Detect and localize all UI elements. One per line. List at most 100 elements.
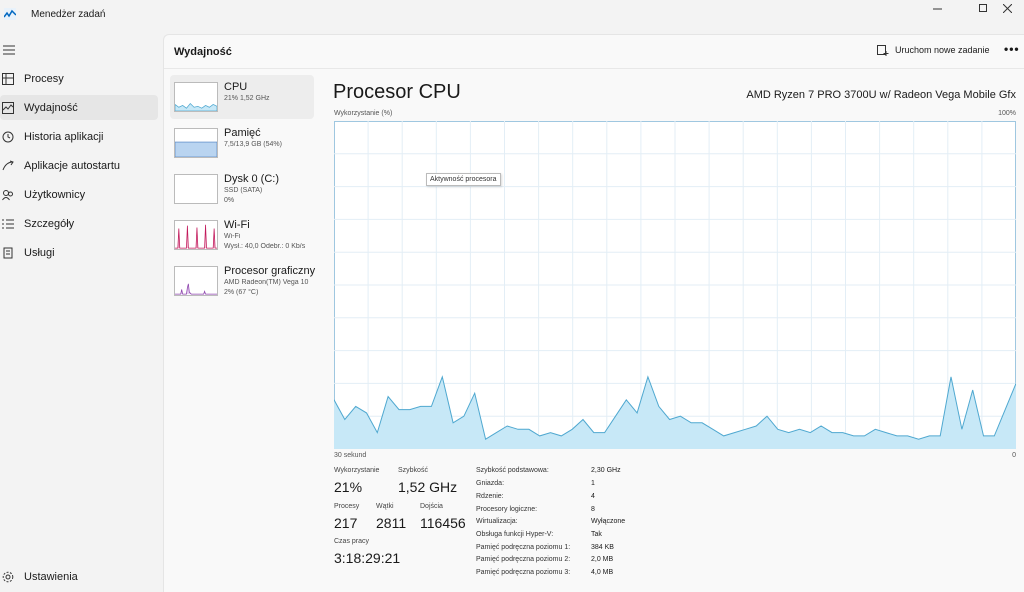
minimize-button[interactable] bbox=[920, 0, 954, 16]
spec-value: Tak bbox=[591, 531, 602, 538]
users-icon bbox=[1, 188, 15, 202]
resource-detail-2: Wysł.: 40,0 Odebr.: 0 Kb/s bbox=[224, 243, 306, 250]
performance-icon bbox=[1, 101, 15, 115]
sidebar-item-settings[interactable]: Ustawienia bbox=[0, 566, 162, 588]
gear-icon bbox=[1, 570, 15, 584]
spec-value: 2,30 GHz bbox=[591, 467, 621, 474]
spec-value: 8 bbox=[591, 506, 595, 513]
resource-detail-2: 0% bbox=[224, 197, 235, 204]
resource-detail-2: 2% (67 °C) bbox=[224, 289, 259, 296]
sidebar-item-processes[interactable]: Procesy bbox=[0, 66, 158, 91]
resource-detail: 21% 1,52 GHz bbox=[224, 95, 270, 102]
sidebar-item-label: Usługi bbox=[24, 246, 55, 259]
spec-label: Pamięć podręczna poziomu 3: bbox=[476, 569, 571, 576]
sidebar-item-label: Wydajność bbox=[24, 101, 78, 114]
task-manager-app-icon bbox=[4, 8, 16, 20]
resource-gpu[interactable]: Procesor graficzny AMD Radeon(TM) Vega 1… bbox=[170, 259, 316, 303]
details-icon bbox=[1, 217, 15, 231]
hamburger-icon[interactable] bbox=[3, 44, 15, 56]
spec-label: Gniazda: bbox=[476, 480, 505, 487]
spec-label: Pamięć podręczna poziomu 2: bbox=[476, 556, 571, 563]
x-axis-left-label: 30 sekund bbox=[334, 452, 367, 459]
resource-cpu[interactable]: CPU 21% 1,52 GHz bbox=[170, 75, 314, 119]
resource-name: Pamięć bbox=[224, 127, 261, 139]
spec-label: Procesory logiczne: bbox=[476, 506, 538, 513]
cpu-activity-tooltip: Aktywność procesora bbox=[426, 173, 501, 186]
sidebar-item-app-history[interactable]: Historia aplikacji bbox=[0, 124, 158, 149]
services-icon bbox=[1, 246, 15, 260]
handles-label: Dojścia bbox=[420, 503, 443, 510]
sidebar-nav: Procesy Wydajność Historia aplikacji Apl… bbox=[0, 64, 162, 269]
uptime-label: Czas pracy bbox=[334, 538, 370, 545]
sidebar-item-details[interactable]: Szczegóły bbox=[0, 211, 158, 236]
resource-detail: Wi-Fi bbox=[224, 233, 241, 240]
resource-disk[interactable]: Dysk 0 (C:) SSD (SATA) 0% bbox=[170, 167, 314, 211]
new-task-icon bbox=[877, 45, 889, 56]
cpu-model: AMD Ryzen 7 PRO 3700U w/ Radeon Vega Mob… bbox=[746, 89, 1016, 101]
close-icon bbox=[1002, 3, 1012, 13]
spec-value: 384 KB bbox=[591, 544, 614, 551]
spec-label: Obsługa funkcji Hyper-V: bbox=[476, 531, 554, 538]
page-title: Wydajność bbox=[174, 46, 232, 58]
sidebar-item-users[interactable]: Użytkownicy bbox=[0, 182, 158, 207]
spec-value: 2,0 MB bbox=[591, 556, 614, 563]
speed-value: 1,52 GHz bbox=[398, 479, 458, 495]
resource-detail: SSD (SATA) bbox=[224, 187, 263, 194]
uptime-value: 3:18:29:21 bbox=[334, 550, 401, 566]
sidebar-item-label: Historia aplikacji bbox=[24, 130, 104, 143]
resource-name: Wi-Fi bbox=[224, 219, 250, 231]
app-title: Menedżer zadań bbox=[31, 9, 106, 20]
threads-label: Wątki bbox=[376, 503, 394, 510]
startup-icon bbox=[1, 159, 15, 173]
threads-value: 2811 bbox=[376, 515, 407, 531]
title-bar: Menedżer zadań bbox=[0, 0, 1024, 32]
spec-value: Wyłączone bbox=[591, 518, 626, 525]
resource-list: CPU 21% 1,52 GHz Pamięć 7,5/13,9 GB (54%… bbox=[170, 75, 316, 305]
sidebar-item-services[interactable]: Usługi bbox=[0, 240, 158, 265]
spec-value: 4,0 MB bbox=[591, 569, 614, 576]
spec-value: 1 bbox=[591, 480, 595, 487]
cpu-detail-pane: Procesor CPU AMD Ryzen 7 PRO 3700U w/ Ra… bbox=[332, 75, 1022, 592]
speed-label: Szybkość bbox=[398, 467, 428, 474]
spec-label: Szybkość podstawowa: bbox=[476, 467, 549, 474]
resource-name: Dysk 0 (C:) bbox=[224, 173, 279, 185]
cpu-title: Procesor CPU bbox=[333, 81, 461, 103]
main-header: Wydajność Uruchom nowe zadanie ••• bbox=[164, 35, 1024, 69]
processes-icon bbox=[1, 72, 15, 86]
disk-thumbnail bbox=[174, 174, 218, 204]
sidebar-item-label: Użytkownicy bbox=[24, 188, 86, 201]
handles-value: 116456 bbox=[420, 515, 466, 531]
sidebar-item-label: Aplikacje autostartu bbox=[24, 159, 120, 172]
resource-detail: AMD Radeon(TM) Vega 10 bbox=[224, 279, 309, 286]
y-axis-label: Wykorzystanie (%) bbox=[334, 110, 393, 117]
resource-name: Procesor graficzny bbox=[224, 265, 316, 277]
run-new-task-label: Uruchom nowe zadanie bbox=[895, 45, 990, 55]
x-axis-right-label: 0 bbox=[1012, 452, 1016, 459]
main-panel: Wydajność Uruchom nowe zadanie ••• CPU 2… bbox=[163, 34, 1024, 592]
y-axis-max-label: 100% bbox=[998, 110, 1016, 117]
resource-wifi[interactable]: Wi-Fi Wi-Fi Wysł.: 40,0 Odebr.: 0 Kb/s bbox=[170, 213, 314, 257]
spec-label: Wirtualizacja: bbox=[476, 518, 518, 525]
processes-value: 217 bbox=[334, 515, 358, 531]
usage-value: 21% bbox=[334, 479, 363, 495]
sidebar-item-startup-apps[interactable]: Aplikacje autostartu bbox=[0, 153, 158, 178]
spec-label: Rdzenie: bbox=[476, 493, 504, 500]
resource-name: CPU bbox=[224, 81, 248, 93]
spec-value: 4 bbox=[591, 493, 595, 500]
resource-memory[interactable]: Pamięć 7,5/13,9 GB (54%) bbox=[170, 121, 314, 165]
cpu-thumbnail bbox=[174, 82, 218, 112]
more-options-button[interactable]: ••• bbox=[1004, 42, 1020, 56]
wifi-thumbnail bbox=[174, 220, 218, 250]
settings-label: Ustawienia bbox=[24, 571, 78, 583]
run-new-task-button[interactable]: Uruchom nowe zadanie bbox=[877, 44, 990, 56]
usage-label: Wykorzystanie bbox=[334, 467, 380, 474]
history-icon bbox=[1, 130, 15, 144]
close-button[interactable] bbox=[990, 0, 1024, 16]
maximize-icon bbox=[979, 4, 987, 12]
memory-thumbnail bbox=[174, 128, 218, 158]
minimize-icon bbox=[932, 8, 942, 9]
sidebar-item-label: Szczegóły bbox=[24, 217, 75, 230]
cpu-usage-graph[interactable] bbox=[334, 121, 1016, 449]
processes-label: Procesy bbox=[334, 503, 360, 510]
sidebar-item-performance[interactable]: Wydajność bbox=[0, 95, 158, 120]
